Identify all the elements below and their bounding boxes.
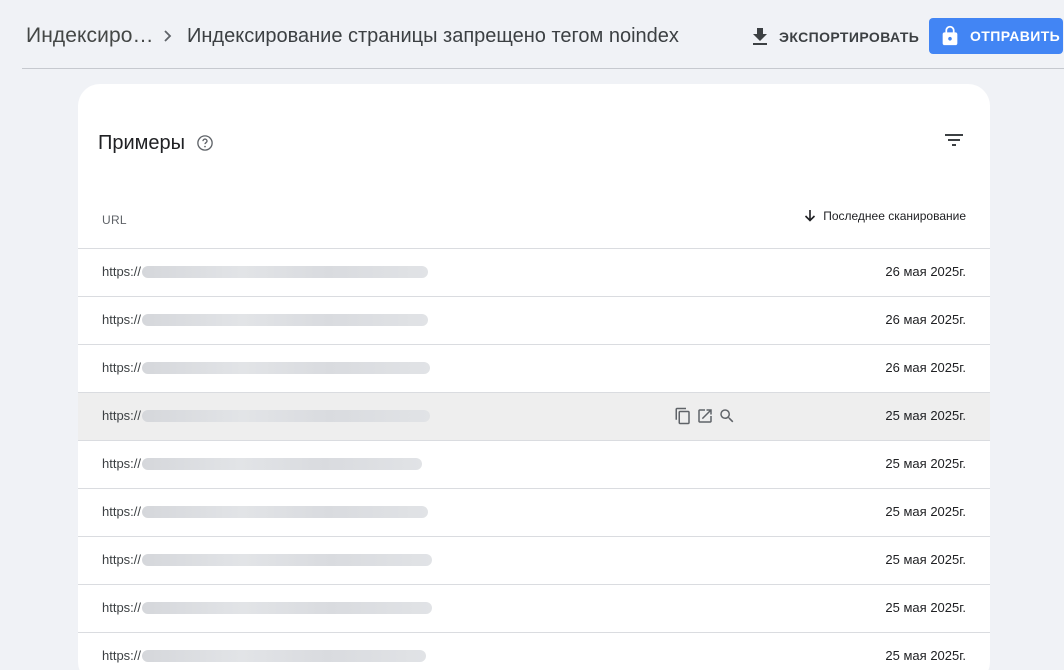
examples-card: Примеры URL Последнее сканирование https…	[78, 84, 990, 670]
row-url: https://	[102, 312, 142, 327]
table-row[interactable]: https:// 25 мая 2025г.	[78, 632, 990, 670]
breadcrumb-parent[interactable]: Индексиро…	[26, 24, 154, 48]
row-date: 25 мая 2025г.	[885, 456, 966, 471]
row-url: https://	[102, 360, 142, 375]
row-actions	[674, 407, 740, 425]
redacted-url	[142, 313, 429, 326]
redacted-url	[142, 457, 423, 470]
table-row[interactable]: https:// 25 мая 2025г.	[78, 584, 990, 632]
row-url: https://	[102, 600, 142, 615]
column-header-url[interactable]: URL	[102, 213, 127, 227]
page-title: Индексирование страницы запрещено тегом …	[187, 25, 679, 47]
download-icon	[753, 28, 767, 45]
table-row[interactable]: https:// 25 мая 2025г.	[78, 488, 990, 536]
url-table: https:// 26 мая 2025г. https:// 26 мая 2…	[78, 248, 990, 670]
row-date: 25 мая 2025г.	[885, 648, 966, 663]
export-button[interactable]: ЭКСПОРТИРОВАТЬ	[744, 20, 920, 54]
redacted-url	[142, 553, 433, 566]
redacted-url	[142, 505, 429, 518]
table-row[interactable]: https:// 25 мая 2025г.	[78, 440, 990, 488]
row-url: https://	[102, 648, 142, 663]
row-date: 25 мая 2025г.	[885, 504, 966, 519]
row-date: 25 мая 2025г.	[885, 600, 966, 615]
row-date: 25 мая 2025г.	[885, 408, 966, 423]
top-bar: Индексиро… Индексирование страницы запре…	[0, 0, 1064, 68]
table-row[interactable]: https:// 25 мая 2025г.	[78, 392, 990, 440]
row-date: 26 мая 2025г.	[885, 312, 966, 327]
table-row[interactable]: https:// 25 мая 2025г.	[78, 536, 990, 584]
redacted-url	[142, 361, 431, 374]
row-url: https://	[102, 552, 142, 567]
row-date: 26 мая 2025г.	[885, 264, 966, 279]
export-button-label: ЭКСПОРТИРОВАТЬ	[779, 29, 920, 45]
redacted-url	[142, 265, 429, 278]
column-header-last-crawl[interactable]: Последнее сканирование	[802, 208, 966, 224]
submit-button-label: ОТПРАВИТЬ	[970, 28, 1061, 44]
table-row[interactable]: https:// 26 мая 2025г.	[78, 296, 990, 344]
card-title: Примеры	[98, 132, 186, 154]
top-bar-divider	[22, 68, 1064, 69]
column-header-label: Последнее сканирование	[823, 209, 966, 223]
row-url: https://	[102, 504, 142, 519]
search-icon[interactable]	[718, 407, 736, 425]
table-row[interactable]: https:// 26 мая 2025г.	[78, 248, 990, 296]
row-url: https://	[102, 456, 142, 471]
row-url: https://	[102, 408, 142, 423]
table-row[interactable]: https:// 26 мая 2025г.	[78, 344, 990, 392]
lock-icon	[942, 25, 958, 46]
arrow-down-icon	[805, 210, 816, 222]
filter-icon[interactable]	[942, 128, 966, 152]
row-url: https://	[102, 264, 142, 279]
redacted-url	[142, 649, 427, 662]
redacted-url	[142, 601, 433, 614]
chevron-right-icon	[164, 30, 172, 42]
submit-button[interactable]: ОТПРАВИТЬ	[929, 18, 1063, 54]
help-circle-icon[interactable]	[196, 134, 214, 152]
redacted-url	[142, 409, 431, 422]
open-in-new-icon[interactable]	[696, 407, 714, 425]
row-date: 25 мая 2025г.	[885, 552, 966, 567]
copy-icon[interactable]	[674, 407, 692, 425]
row-date: 26 мая 2025г.	[885, 360, 966, 375]
